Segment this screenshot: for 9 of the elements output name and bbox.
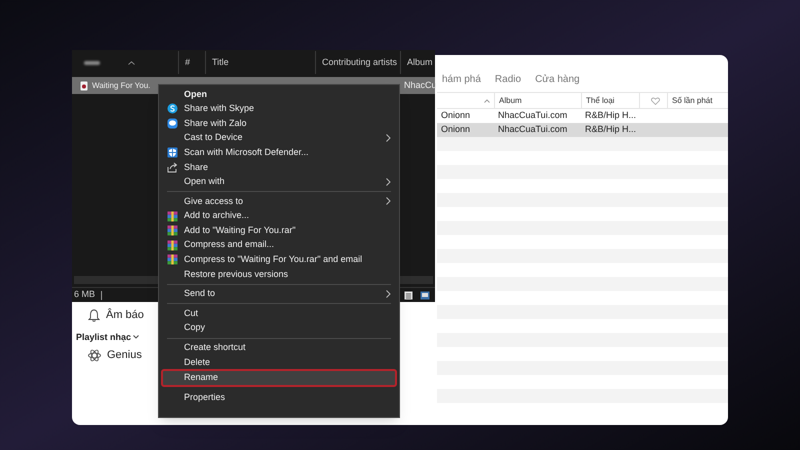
sidebar-heading: Playlist nhạc	[76, 330, 132, 344]
table-cell: NhacCuaTui.com	[498, 110, 568, 120]
status-text: 6 MB	[73, 288, 96, 302]
table-cell: R&B/Hip H...	[585, 124, 636, 134]
table-cell: Onionn	[441, 110, 470, 120]
file-name: Waiting For You.	[92, 80, 150, 92]
table-cell: R&B/Hip H...	[585, 110, 636, 120]
table-cell: NhacCuaTui.com	[498, 124, 568, 134]
table-cell: Onionn	[441, 124, 470, 134]
